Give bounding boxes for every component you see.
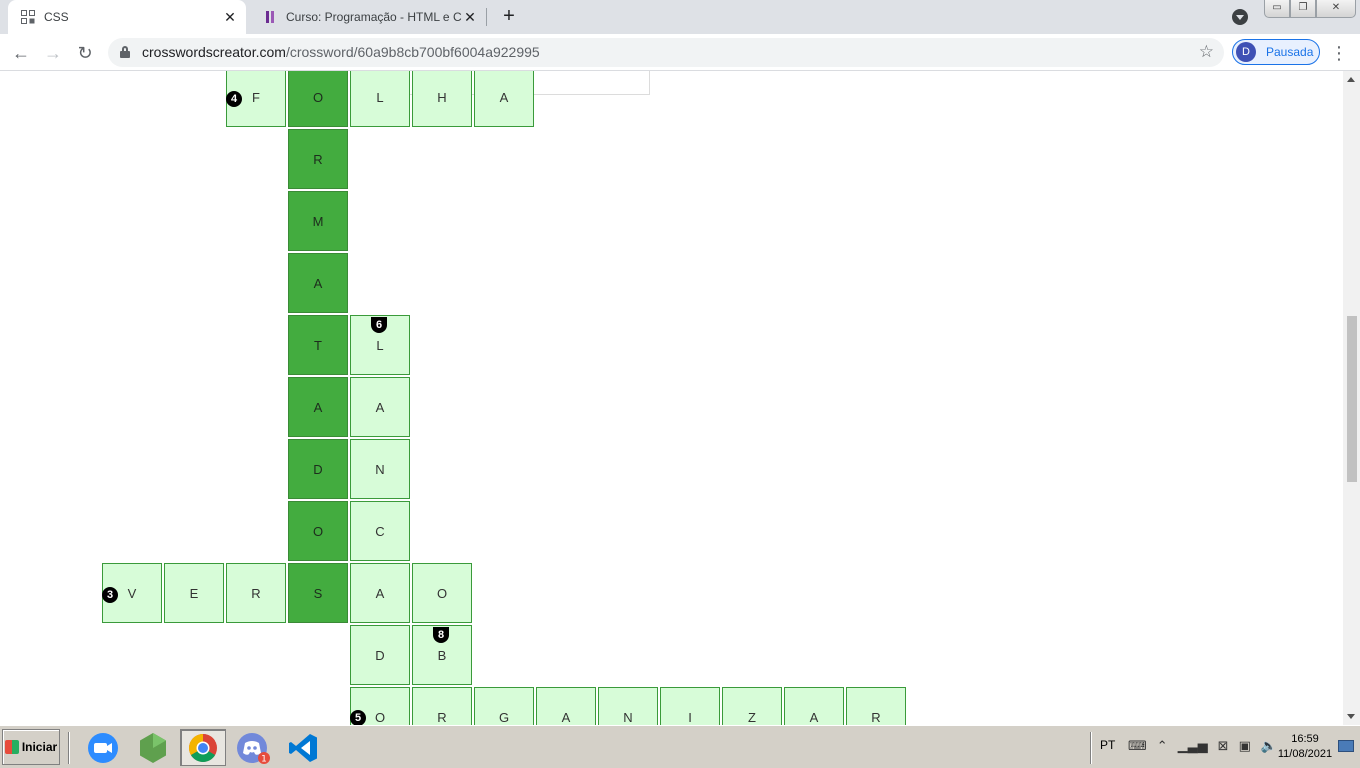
clock-time: 16:59 (1291, 733, 1319, 745)
chrome-app-button[interactable] (180, 729, 226, 766)
avatar: D (1236, 42, 1256, 62)
crossword-cell[interactable]: H (412, 71, 472, 127)
crossword-cell[interactable]: C (350, 501, 410, 561)
crossword-cell[interactable]: N (598, 687, 658, 725)
start-button[interactable]: Iniciar (2, 729, 60, 765)
close-window-button[interactable]: ✕ (1316, 0, 1356, 18)
restore-button[interactable]: ❐ (1290, 0, 1316, 18)
tab-search-icon[interactable] (1232, 9, 1248, 25)
tray-expand-icon[interactable]: ⌃ (1157, 738, 1168, 754)
network-signal-icon[interactable]: ▁▃▅ (1178, 738, 1208, 754)
crossword-cell[interactable]: A (784, 687, 844, 725)
menu-dots-icon[interactable]: ⋮ (1330, 40, 1348, 66)
taskbar-divider (68, 732, 70, 764)
crossword-cell-highlight[interactable]: A (288, 253, 348, 313)
volume-icon[interactable]: 🔈 (1261, 738, 1277, 754)
address-bar[interactable]: crosswordscreator.com/crossword/60a9b8cb… (108, 38, 1224, 67)
crossword-cell[interactable]: Z (722, 687, 782, 725)
crossword-cell[interactable]: A (474, 71, 534, 127)
window-controls: ▭ ❐ ✕ (1264, 0, 1356, 18)
crossword-cell-highlight[interactable]: S (288, 563, 348, 623)
page-viewport: F O L H A 4 R M A T A D O S L A N C A D … (0, 71, 1360, 725)
tab-title: CSS (44, 10, 69, 24)
crossword-cell[interactable]: R (846, 687, 906, 725)
clue-number-4: 4 (226, 91, 242, 107)
scroll-up-arrow-icon[interactable] (1347, 77, 1355, 82)
crossword-cell-highlight[interactable]: O (288, 501, 348, 561)
zoom-icon (88, 732, 118, 763)
start-label: Iniciar (21, 740, 58, 754)
network-error-icon[interactable]: ⊠ (1218, 738, 1229, 754)
close-tab-icon[interactable]: ✕ (462, 9, 478, 25)
reload-button[interactable]: ↻ (72, 40, 98, 66)
crossword-cell[interactable]: A (350, 377, 410, 437)
clue-number-3: 3 (102, 587, 118, 603)
clock[interactable]: 16:59 11/08/2021 (1276, 732, 1334, 762)
nodejs-icon (140, 732, 166, 763)
clock-date: 11/08/2021 (1277, 748, 1333, 760)
device-icon[interactable]: ▣ (1239, 738, 1251, 754)
back-button[interactable]: ← (8, 40, 34, 66)
crossword-cell[interactable]: I (660, 687, 720, 725)
crossword-cell-highlight[interactable]: R (288, 129, 348, 189)
language-indicator[interactable]: PT (1100, 738, 1115, 752)
nodejs-app-button[interactable] (130, 729, 176, 766)
bookmark-star-icon[interactable]: ☆ (1199, 42, 1214, 62)
browser-toolbar: ← → ↻ crosswordscreator.com/crossword/60… (0, 34, 1360, 71)
profile-label: Pausada (1266, 45, 1314, 59)
crossword-cell-highlight[interactable]: T (288, 315, 348, 375)
crossword-cell[interactable]: D (350, 625, 410, 685)
zoom-app-button[interactable] (80, 729, 126, 766)
scroll-down-arrow-icon[interactable] (1347, 714, 1355, 719)
crossword-cell[interactable]: G (474, 687, 534, 725)
taskbar: Iniciar 1 PT ⌨ ⌃ ▁▃▅ ⊠ ▣ 🔈 16:59 11/08/2… (0, 725, 1360, 768)
clue-number-6: 6 (371, 317, 387, 333)
tray-divider (1090, 732, 1092, 764)
keyboard-icon[interactable]: ⌨ (1128, 738, 1147, 754)
chrome-icon (189, 733, 217, 762)
crossword-cell-highlight[interactable]: O (288, 71, 348, 127)
close-tab-icon[interactable]: ✕ (222, 9, 238, 25)
clue-number-8: 8 (433, 627, 449, 643)
vscode-app-button[interactable] (280, 729, 326, 766)
new-tab-button[interactable]: + (498, 6, 520, 28)
crossword-cell-highlight[interactable]: D (288, 439, 348, 499)
course-favicon-icon (262, 9, 278, 25)
crossword-cell[interactable]: A (536, 687, 596, 725)
crossword-cell[interactable]: L (350, 71, 410, 127)
crossword-cell[interactable]: N (350, 439, 410, 499)
tab-curso[interactable]: Curso: Programação - HTML e CSS ✕ (250, 0, 486, 34)
forward-button[interactable]: → (40, 40, 66, 66)
scrollbar-thumb[interactable] (1347, 316, 1357, 482)
crossword-favicon-icon (20, 9, 36, 25)
show-desktop-icon[interactable] (1338, 740, 1354, 752)
lock-icon (120, 46, 130, 58)
tab-divider (486, 8, 487, 26)
crossword-cell[interactable]: E (164, 563, 224, 623)
discord-icon: 1 (237, 732, 270, 764)
windows-logo-icon (4, 740, 19, 754)
clue-number-5: 5 (350, 710, 366, 725)
profile-button[interactable]: D Pausada (1232, 39, 1320, 65)
crossword-cell-highlight[interactable]: A (288, 377, 348, 437)
tab-title: Curso: Programação - HTML e CSS (286, 10, 462, 24)
minimize-button[interactable]: ▭ (1264, 0, 1290, 18)
crossword-cell[interactable]: R (226, 563, 286, 623)
tab-css[interactable]: CSS ✕ (8, 0, 246, 34)
crossword-cell[interactable]: A (350, 563, 410, 623)
discord-badge: 1 (261, 754, 267, 764)
tab-strip: CSS ✕ Curso: Programação - HTML e CSS ✕ … (0, 0, 1360, 34)
crossword-cell[interactable]: R (412, 687, 472, 725)
vscode-icon (289, 733, 317, 762)
system-tray: ⌨ ⌃ ▁▃▅ ⊠ ▣ 🔈 (1128, 738, 1277, 754)
crossword-cell-highlight[interactable]: M (288, 191, 348, 251)
crossword-cell[interactable]: O (412, 563, 472, 623)
url-text: crosswordscreator.com/crossword/60a9b8cb… (142, 44, 540, 60)
page-scrollbar[interactable] (1343, 71, 1360, 725)
discord-app-button[interactable]: 1 (230, 729, 276, 766)
